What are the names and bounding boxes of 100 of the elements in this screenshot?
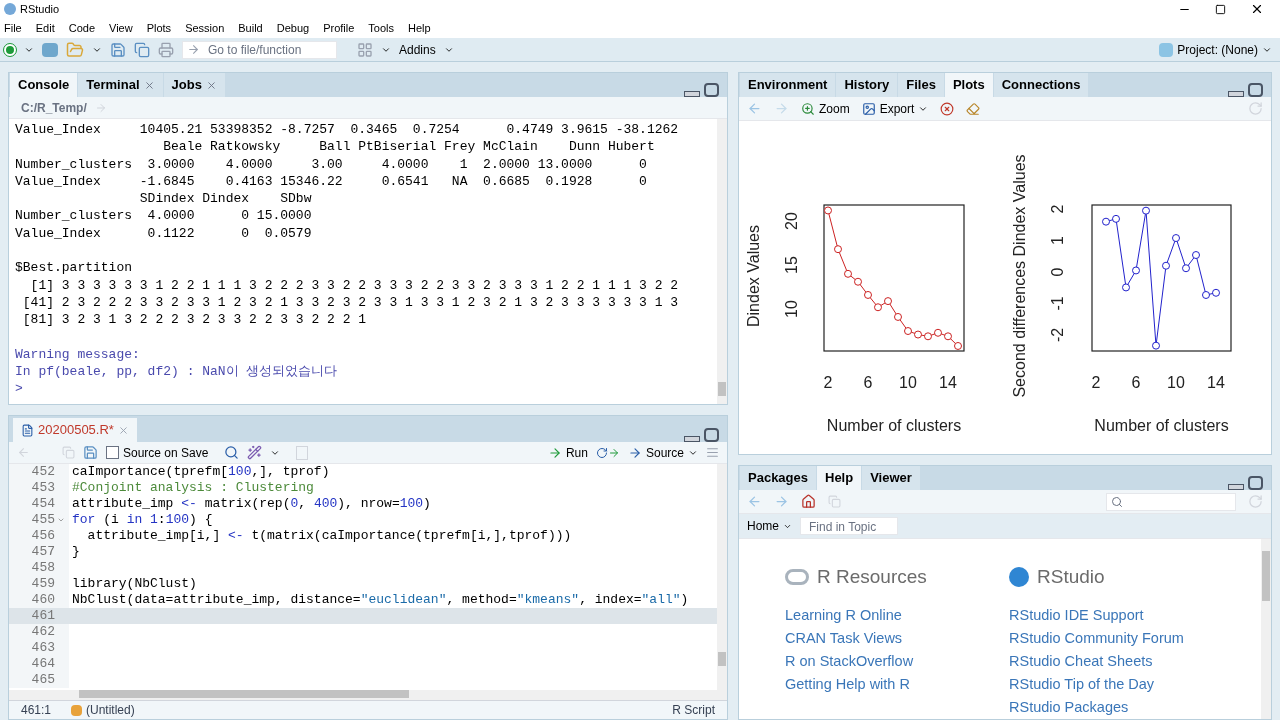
rerun-icon[interactable]	[595, 446, 620, 459]
x-axis-label: Number of clusters	[826, 417, 962, 434]
pane-tab[interactable]: Jobs	[163, 73, 225, 97]
save-icon[interactable]	[110, 41, 126, 58]
y-tick-label: 1	[1049, 236, 1066, 245]
scrollbar[interactable]	[717, 119, 727, 404]
source-button[interactable]: Source	[627, 443, 698, 462]
remove-plot-icon[interactable]	[940, 101, 955, 116]
console-line: Value_Index 0.1122 0 0.0579	[15, 224, 312, 243]
pane-tab[interactable]: Plots	[944, 73, 993, 97]
fold-icon[interactable]	[57, 516, 65, 524]
data-point	[914, 330, 922, 339]
x-axis-label: Number of clusters	[1094, 417, 1229, 434]
save-icon[interactable]	[83, 445, 98, 460]
addins-menu[interactable]: Addins	[399, 40, 436, 59]
outline-icon[interactable]	[706, 446, 719, 459]
horizontal-scrollbar[interactable]	[9, 690, 727, 700]
help-link[interactable]: Getting Help with R	[785, 672, 910, 696]
console-line: In pf(beale, pp, df2) : NaN이 생성되었습니다	[15, 363, 338, 381]
y-tick-label: 10	[783, 300, 800, 318]
line-number: 455	[31, 512, 55, 528]
menu-item[interactable]: Session	[185, 19, 225, 37]
menu-item[interactable]: File	[4, 19, 22, 37]
back-icon[interactable]	[747, 494, 762, 509]
x-tick-label: 10	[899, 374, 917, 391]
minimize-pane-icon[interactable]	[684, 91, 700, 97]
save-all-icon[interactable]	[134, 41, 150, 58]
file-type-menu[interactable]: R Script	[672, 701, 715, 719]
zoom-button[interactable]: Zoom	[801, 99, 850, 118]
menu-item[interactable]: Debug	[276, 19, 310, 37]
y-tick-label: -2	[1049, 327, 1066, 343]
menu-item[interactable]: Profile	[323, 19, 355, 37]
menu-item[interactable]: Help	[408, 19, 431, 37]
menu-item[interactable]: Build	[238, 19, 263, 37]
project-menu[interactable]: Project: (None)	[1177, 40, 1258, 59]
data-point	[1212, 288, 1220, 297]
menu-item[interactable]: Code	[68, 19, 95, 37]
scrollbar[interactable]	[1261, 539, 1271, 719]
source-on-save-checkbox[interactable]: Source on Save	[106, 443, 209, 462]
menu-item[interactable]: Tools	[368, 19, 395, 37]
run-button[interactable]: Run	[547, 443, 588, 462]
print-icon[interactable]	[158, 41, 174, 58]
help-link[interactable]: Learning R Online	[785, 603, 902, 627]
help-link[interactable]: R on StackOverflow	[785, 649, 914, 673]
r-logo-icon	[785, 569, 809, 586]
data-point	[834, 245, 842, 254]
minimize-pane-icon[interactable]	[684, 436, 700, 442]
image-icon	[861, 101, 876, 116]
minimize-pane-icon[interactable]	[1228, 484, 1244, 490]
data-point	[884, 297, 892, 306]
minimize-pane-icon[interactable]	[1228, 91, 1244, 97]
search-icon[interactable]	[224, 445, 240, 460]
maximize-icon[interactable]	[1215, 3, 1226, 15]
x-tick-label: 14	[939, 374, 957, 391]
help-link[interactable]: RStudio Packages	[1009, 695, 1129, 719]
folder-icon[interactable]	[66, 40, 84, 59]
code-line: #Conjoint analysis : Clustering	[71, 480, 314, 496]
data-point	[1102, 217, 1110, 226]
wand-icon[interactable]	[247, 445, 263, 460]
data-point	[1192, 251, 1200, 260]
home-menu[interactable]: Home	[747, 517, 792, 535]
pane-tab[interactable]: Files	[898, 73, 944, 97]
menu-item[interactable]: Plots	[146, 19, 172, 37]
pane-tab[interactable]: Connections	[993, 73, 1089, 97]
help-link[interactable]: CRAN Task Views	[785, 626, 903, 650]
help-link[interactable]: RStudio Tip of the Day	[1009, 672, 1155, 696]
file-tab[interactable]: 20200505.R*	[13, 418, 137, 442]
new-project-icon[interactable]	[42, 42, 58, 57]
x-tick-label: 2	[1091, 374, 1101, 391]
x-tick-label: 6	[1131, 374, 1141, 391]
home-icon[interactable]	[801, 494, 816, 509]
pane-tab[interactable]: Console	[10, 73, 78, 97]
find-in-topic-field[interactable]: Find in Topic	[800, 517, 898, 535]
layout-icon[interactable]	[357, 41, 373, 58]
broom-icon[interactable]	[966, 101, 981, 116]
cursor-position: 461:1	[21, 702, 52, 719]
scope-menu[interactable]: (Untitled)	[71, 701, 135, 719]
pane-tab[interactable]: Viewer	[862, 466, 920, 490]
pane-tab[interactable]: Help	[817, 466, 862, 490]
close-icon[interactable]	[1250, 2, 1264, 16]
pane-tab[interactable]: Terminal	[78, 73, 163, 97]
search-icon	[1111, 495, 1123, 508]
x-tick-label: 2	[823, 374, 833, 391]
help-link[interactable]: RStudio Cheat Sheets	[1009, 649, 1153, 673]
forward-icon[interactable]	[774, 494, 789, 509]
menu-item[interactable]: View	[109, 19, 133, 37]
back-icon[interactable]	[747, 101, 762, 116]
pane-tab[interactable]: Packages	[740, 466, 816, 490]
help-link[interactable]: RStudio Community Forum	[1009, 626, 1184, 650]
line-number: 454	[31, 496, 55, 512]
pane-tab[interactable]: History	[836, 73, 898, 97]
new-file-icon[interactable]	[4, 43, 16, 56]
arrow-icon	[187, 43, 200, 56]
menu-item[interactable]: Edit	[35, 19, 55, 37]
scrollbar[interactable]	[717, 464, 727, 690]
export-button[interactable]: Export	[861, 99, 929, 118]
pane-tab[interactable]: Environment	[740, 73, 836, 97]
help-link[interactable]: RStudio IDE Support	[1009, 603, 1144, 627]
go-to-file-field[interactable]: Go to file/function	[182, 40, 337, 59]
help-search-field[interactable]	[1106, 492, 1236, 511]
